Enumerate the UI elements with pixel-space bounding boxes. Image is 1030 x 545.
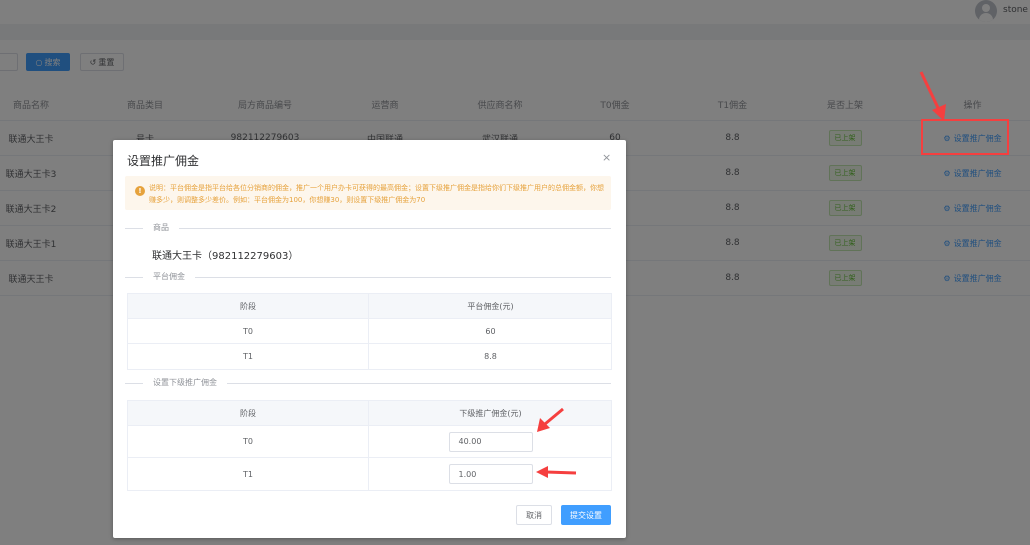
stage-cell: T1 [128,458,369,490]
product-info: 联通大王卡（982112279603） [152,251,299,262]
sub-commission-table: 阶段 下级推广佣金(元) T0 40.00 T1 1.00 [127,400,612,491]
amount-cell: 8.8 [484,352,497,361]
notice-alert: ! 说明：平台佣金是指平台给各位分销商的佣金，推广一个用户办卡可获得的最高佣金；… [125,176,611,210]
section-label: 设置下级推广佣金 [143,377,227,388]
dialog-title: 设置推广佣金 [127,154,200,168]
close-icon[interactable]: × [602,151,611,164]
cancel-button[interactable]: 取消 [516,505,552,525]
set-commission-dialog: 设置推广佣金 × ! 说明：平台佣金是指平台给各位分销商的佣金，推广一个用户办卡… [113,140,626,538]
column-header: 阶段 [128,294,369,318]
section-label: 平台佣金 [143,271,195,282]
input-cell: 40.00 [369,426,612,457]
table-row: T1 1.00 [128,458,611,490]
platform-commission-table: 阶段 平台佣金(元) T0 60 T1 8.8 [127,293,612,370]
t1-commission-input[interactable]: 1.00 [448,464,533,484]
annotation-highlight-box [921,119,1009,155]
notice-text: 说明：平台佣金是指平台给各位分销商的佣金，推广一个用户办卡可获得的最高佣金；设置… [149,184,604,204]
table-row: T1 8.8 [128,344,611,369]
t0-commission-input[interactable]: 40.00 [448,431,533,452]
column-header: 阶段 [128,401,369,425]
table-header-row: 阶段 平台佣金(元) [128,294,611,319]
amount-cell: 60 [485,326,496,336]
section-label: 商品 [143,222,179,233]
stage-cell: T0 [128,426,369,457]
warning-icon: ! [135,186,145,196]
table-header-row: 阶段 下级推广佣金(元) [128,401,611,426]
stage-cell: T0 [128,319,369,343]
stage-cell: T1 [128,344,369,369]
section-divider-platform: 平台佣金 [125,271,611,282]
column-header: 下级推广佣金(元) [459,408,522,418]
table-row: T0 60 [128,319,611,344]
column-header: 平台佣金(元) [467,301,514,311]
table-row: T0 40.00 [128,426,611,458]
section-divider-product: 商品 [125,222,611,233]
section-divider-sub: 设置下级推广佣金 [125,377,611,388]
input-cell: 1.00 [369,458,612,490]
submit-button[interactable]: 提交设置 [561,505,611,525]
